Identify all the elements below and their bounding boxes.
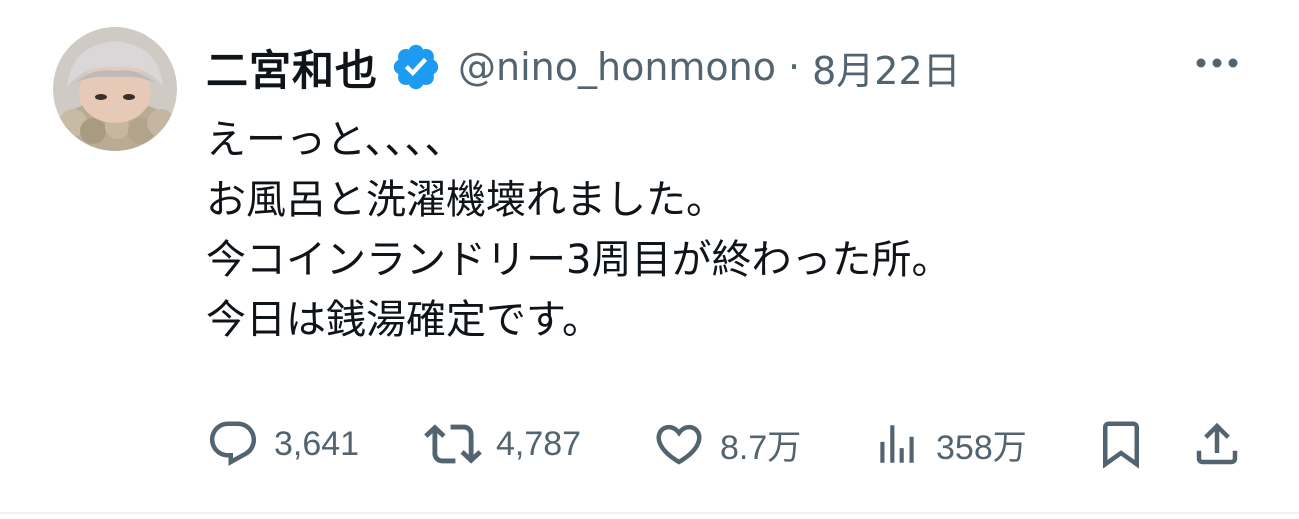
views-count: 358万 <box>936 428 1027 467</box>
like-button[interactable]: 8.7万 <box>652 413 801 475</box>
tweet-card: 二宮和也 @nino_honmono · 8月22日 えーっと、、、、 お風呂と… <box>0 0 1299 519</box>
repost-button[interactable]: 4,787 <box>424 413 581 475</box>
tweet-text-line: 今日は銭湯確定です。 <box>206 297 602 343</box>
views-button[interactable]: 358万 <box>872 413 1027 475</box>
bookmark-icon <box>1103 421 1139 469</box>
reply-button[interactable]: 3,641 <box>206 413 359 475</box>
heart-icon <box>656 424 702 465</box>
reply-count: 3,641 <box>274 424 360 463</box>
tweet-date[interactable]: 8月22日 <box>812 40 961 95</box>
tweet-header: 二宮和也 @nino_honmono · 8月22日 <box>206 38 961 96</box>
divider <box>0 512 1299 514</box>
tweet-text-line: お風呂と洗濯機壊れました。 <box>206 177 726 223</box>
repost-count: 4,787 <box>496 424 582 463</box>
header-separator: · <box>788 45 801 89</box>
tweet-text-line: えーっと、、、、 <box>206 117 465 163</box>
share-button[interactable] <box>1190 413 1244 475</box>
action-bar: 3,641 4,787 8.7万 358万 <box>206 413 1256 475</box>
author-name[interactable]: 二宮和也 <box>206 37 378 98</box>
reply-bubble-icon <box>209 421 257 466</box>
like-count: 8.7万 <box>720 428 802 467</box>
avatar[interactable] <box>53 27 177 151</box>
tweet-text: えーっと、、、、 お風呂と洗濯機壊れました。 今コインランドリー3周目が終わった… <box>206 110 951 350</box>
bookmark-button[interactable] <box>1094 413 1148 475</box>
repost-icon <box>424 424 482 464</box>
author-handle[interactable]: @nino_honmono <box>458 45 776 89</box>
verified-badge-icon <box>390 41 442 93</box>
share-upload-icon <box>1196 422 1238 465</box>
views-chart-icon <box>880 425 914 463</box>
tweet-text-line: 今コインランドリー3周目が終わった所。 <box>206 237 952 283</box>
more-dots-icon[interactable] <box>1192 48 1242 78</box>
